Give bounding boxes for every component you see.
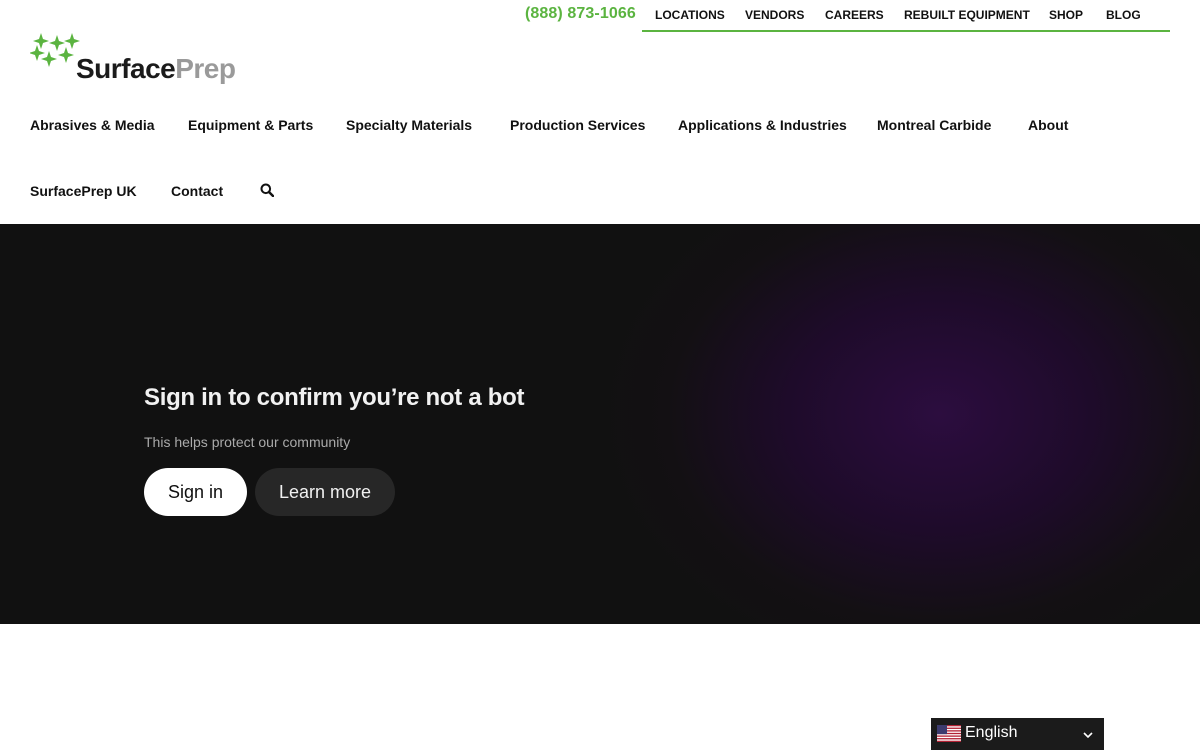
utility-link-rebuilt-equipment[interactable]: REBUILT EQUIPMENT: [904, 8, 1030, 22]
video-embed-panel: Sign in to confirm you’re not a bot This…: [0, 224, 1200, 624]
search-icon[interactable]: [260, 183, 276, 199]
us-flag-icon: [937, 725, 961, 742]
embed-background-glow: [600, 224, 1200, 624]
site-logo[interactable]: SurfacePrep: [30, 33, 250, 93]
utility-link-shop[interactable]: SHOP: [1049, 8, 1083, 22]
logo-word-surface: Surface: [76, 53, 176, 84]
language-selector[interactable]: English: [931, 718, 1104, 750]
language-label: English: [965, 724, 1018, 741]
nav-abrasives-media[interactable]: Abrasives & Media: [30, 117, 155, 133]
logo-wordmark: SurfacePrep: [76, 53, 236, 85]
utility-link-blog[interactable]: BLOG: [1106, 8, 1141, 22]
embed-title: Sign in to confirm you’re not a bot: [144, 384, 525, 411]
nav-specialty-materials[interactable]: Specialty Materials: [346, 117, 472, 133]
utility-nav: LOCATIONS VENDORS CAREERS REBUILT EQUIPM…: [642, 0, 1170, 32]
nav-surfaceprep-uk[interactable]: SurfacePrep UK: [30, 183, 137, 199]
utility-bar: (888) 873-1066 LOCATIONS VENDORS CAREERS…: [0, 0, 1200, 32]
chevron-down-icon: [1082, 728, 1094, 740]
utility-link-vendors[interactable]: VENDORS: [745, 8, 804, 22]
logo-word-prep: Prep: [175, 53, 236, 84]
nav-montreal-carbide[interactable]: Montreal Carbide: [877, 117, 991, 133]
sign-in-button[interactable]: Sign in: [144, 468, 247, 516]
nav-contact[interactable]: Contact: [171, 183, 223, 199]
phone-link[interactable]: (888) 873-1066: [525, 5, 636, 23]
nav-about[interactable]: About: [1028, 117, 1068, 133]
utility-link-careers[interactable]: CAREERS: [825, 8, 884, 22]
utility-link-locations[interactable]: LOCATIONS: [655, 8, 725, 22]
nav-applications-industries[interactable]: Applications & Industries: [678, 117, 847, 133]
nav-equipment-parts[interactable]: Equipment & Parts: [188, 117, 313, 133]
embed-subtitle: This helps protect our community: [144, 434, 351, 450]
learn-more-button[interactable]: Learn more: [255, 468, 395, 516]
nav-production-services[interactable]: Production Services: [510, 117, 645, 133]
